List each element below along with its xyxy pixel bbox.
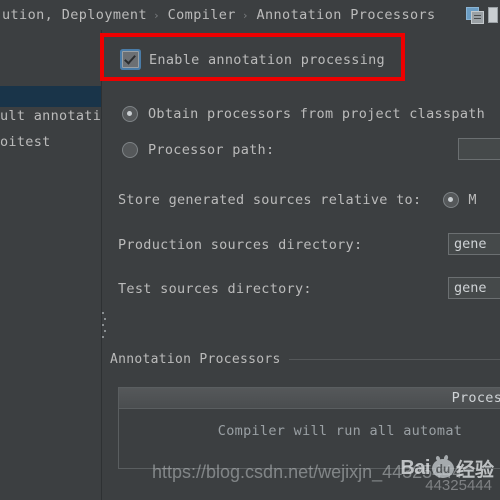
- test-sources-label: Test sources directory:: [118, 281, 312, 297]
- settings-dialog: ution, Deployment › Compiler › Annotatio…: [0, 0, 500, 500]
- processors-table-header: Processo: [119, 388, 500, 409]
- chevron-right-icon: ›: [152, 8, 160, 22]
- baidu-bear-icon: du: [431, 459, 454, 478]
- tree-item-oitest[interactable]: oitest: [0, 134, 101, 150]
- processors-table-empty-text: Compiler will run all automat: [217, 423, 463, 439]
- obtain-from-classpath-label: Obtain processors from project classpath: [148, 106, 486, 122]
- processors-table-column-header: Processo: [451, 390, 500, 406]
- store-relative-radio[interactable]: [443, 192, 460, 208]
- breadcrumb-item-deployment[interactable]: ution, Deployment: [0, 7, 147, 23]
- copy-icon-front: [471, 11, 484, 24]
- breadcrumb-item-compiler[interactable]: Compiler: [166, 7, 236, 23]
- breadcrumb-item-annotation-processors[interactable]: Annotation Processors: [254, 7, 435, 23]
- store-relative-option-label: M: [468, 192, 477, 208]
- group-separator-line: [288, 359, 500, 360]
- store-relative-row: Store generated sources relative to: M: [118, 192, 477, 208]
- tree-item-default-annotation[interactable]: ult annotati: [0, 108, 101, 124]
- test-sources-row: Test sources directory:: [118, 281, 312, 297]
- obtain-from-classpath-row[interactable]: Obtain processors from project classpath: [122, 106, 485, 122]
- processor-path-input[interactable]: [458, 138, 500, 160]
- enable-annotation-processing-label: Enable annotation processing: [149, 51, 385, 68]
- processor-path-label: Processor path:: [148, 142, 275, 158]
- breadcrumb: ution, Deployment › Compiler › Annotatio…: [0, 0, 500, 30]
- panel-edge-icon[interactable]: [488, 7, 498, 23]
- annotation-processors-group-title: Annotation Processors: [110, 352, 500, 367]
- store-relative-label: Store generated sources relative to:: [118, 192, 422, 208]
- production-sources-row: Production sources directory:: [118, 237, 362, 253]
- settings-tree-panel[interactable]: ult annotati oitest: [0, 30, 101, 500]
- obtain-from-classpath-radio[interactable]: [122, 106, 138, 122]
- test-sources-input[interactable]: gene: [448, 277, 500, 299]
- annotation-processors-group-label: Annotation Processors: [110, 352, 281, 367]
- production-sources-input[interactable]: gene: [448, 233, 500, 255]
- header-icon-group: [466, 7, 498, 24]
- enable-annotation-processing-checkbox[interactable]: [122, 51, 139, 68]
- enable-annotation-processing-row[interactable]: Enable annotation processing: [122, 51, 385, 68]
- uid-watermark: 44325444: [425, 477, 492, 494]
- settings-content-panel: Enable annotation processing Obtain proc…: [102, 30, 500, 500]
- tree-selected-row[interactable]: [0, 86, 101, 107]
- processor-path-row[interactable]: Processor path:: [122, 142, 274, 158]
- production-sources-label: Production sources directory:: [118, 237, 363, 253]
- copy-settings-icon[interactable]: [466, 7, 484, 24]
- chevron-right-icon: ›: [241, 8, 249, 22]
- processor-path-radio[interactable]: [122, 142, 138, 158]
